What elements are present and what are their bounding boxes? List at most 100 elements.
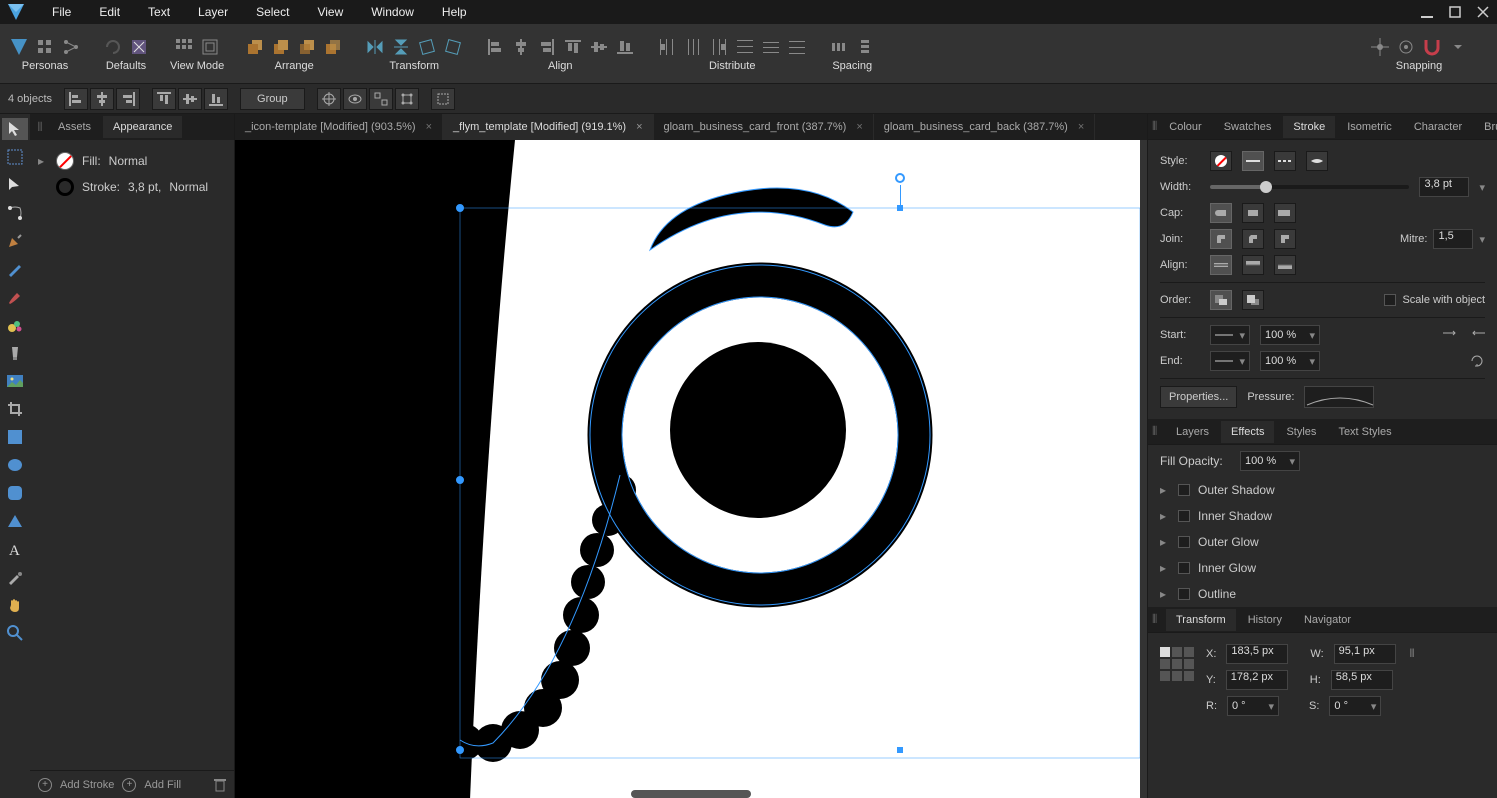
ctx-align-bottom-icon[interactable] <box>204 88 228 110</box>
order-front-button[interactable] <box>1242 290 1264 310</box>
ctx-align-top-icon[interactable] <box>152 88 176 110</box>
checkbox[interactable] <box>1178 562 1190 574</box>
handle-br[interactable] <box>897 747 903 753</box>
sync-arrows-button[interactable] <box>1469 353 1485 369</box>
align-center-h-icon[interactable] <box>510 36 532 58</box>
tab-colour[interactable]: Colour <box>1159 116 1211 138</box>
stroke-row[interactable]: Stroke: 3,8 pt, Normal <box>38 174 226 200</box>
checkbox[interactable] <box>1178 588 1190 600</box>
menu-edit[interactable]: Edit <box>85 1 134 23</box>
doc-tab-2[interactable]: gloam_business_card_front (387.7%)× <box>654 114 874 140</box>
cap-butt-button[interactable] <box>1242 203 1264 223</box>
ellipse-tool[interactable] <box>2 454 28 476</box>
tab-navigator[interactable]: Navigator <box>1294 609 1361 631</box>
place-image-tool[interactable] <box>2 370 28 392</box>
add-fill-button[interactable]: Add Fill <box>144 779 181 791</box>
lock-aspect-icon[interactable]: ⦀ <box>1410 648 1415 661</box>
space-v-icon[interactable] <box>854 36 876 58</box>
menu-select[interactable]: Select <box>242 1 303 23</box>
handle-ml[interactable] <box>456 476 464 484</box>
doc-tab-0[interactable]: _icon-template [Modified] (903.5%)× <box>235 114 443 140</box>
tab-stroke[interactable]: Stroke <box>1283 116 1335 138</box>
tab-effects[interactable]: Effects <box>1221 421 1274 443</box>
triangle-tool[interactable] <box>2 510 28 532</box>
start-arrow-dropdown[interactable]: ▾ <box>1210 325 1250 345</box>
move-forward-icon[interactable] <box>270 36 292 58</box>
dist-bottom-icon[interactable] <box>786 36 808 58</box>
tab-history[interactable]: History <box>1238 609 1292 631</box>
point-transform-icon[interactable] <box>1369 36 1391 58</box>
x-input[interactable]: 183,5 px <box>1226 644 1288 664</box>
group-button[interactable]: Group <box>240 88 305 110</box>
move-backward-icon[interactable] <box>296 36 318 58</box>
doc-tab-3[interactable]: gloam_business_card_back (387.7%)× <box>874 114 1096 140</box>
pen-tool[interactable] <box>2 230 28 252</box>
rotate-handle[interactable] <box>895 173 905 183</box>
ctx-show-center-icon[interactable] <box>317 88 341 110</box>
dist-right-icon[interactable] <box>708 36 730 58</box>
tab-text-styles[interactable]: Text Styles <box>1328 421 1401 443</box>
align-top-icon[interactable] <box>562 36 584 58</box>
cap-round-button[interactable] <box>1210 203 1232 223</box>
pixel-view-icon[interactable] <box>173 36 195 58</box>
revert-defaults-icon[interactable] <box>128 36 150 58</box>
pixel-persona-icon[interactable] <box>34 36 56 58</box>
add-stroke-plus-icon[interactable]: + <box>38 778 52 792</box>
add-fill-plus-icon[interactable]: + <box>122 778 136 792</box>
tab-swatches[interactable]: Swatches <box>1214 116 1282 138</box>
space-h-icon[interactable] <box>828 36 850 58</box>
pencil-tool[interactable] <box>2 258 28 280</box>
sync-defaults-icon[interactable] <box>102 36 124 58</box>
style-solid-button[interactable] <box>1242 151 1264 171</box>
brush-tool[interactable] <box>2 286 28 308</box>
tab-isometric[interactable]: Isometric <box>1337 116 1402 138</box>
anchor-grid[interactable] <box>1160 647 1194 681</box>
rotate-cw-icon[interactable] <box>442 36 464 58</box>
outline-view-icon[interactable] <box>199 36 221 58</box>
tab-assets[interactable]: Assets <box>48 116 101 138</box>
tab-character[interactable]: Character <box>1404 116 1472 138</box>
r-input[interactable]: 0 °▾ <box>1227 696 1279 716</box>
point-transform-tool[interactable] <box>2 202 28 224</box>
menu-text[interactable]: Text <box>134 1 184 23</box>
close-icon[interactable]: × <box>856 121 862 133</box>
tab-brushes[interactable]: Brushes <box>1474 116 1497 138</box>
fill-row[interactable]: ▸ Fill: Normal <box>38 148 226 174</box>
menu-layer[interactable]: Layer <box>184 1 242 23</box>
fill-swatch[interactable] <box>56 152 74 170</box>
close-button[interactable] <box>1469 0 1497 24</box>
flip-h-icon[interactable] <box>364 36 386 58</box>
handle-tl[interactable] <box>456 204 464 212</box>
dist-left-icon[interactable] <box>656 36 678 58</box>
align-outside-button[interactable] <box>1274 255 1296 275</box>
fill-opacity-dropdown[interactable]: 100 %▾ <box>1240 451 1300 471</box>
rotate-ccw-icon[interactable] <box>416 36 438 58</box>
color-picker-tool[interactable] <box>2 566 28 588</box>
checkbox[interactable] <box>1178 536 1190 548</box>
scrollbar-horizontal[interactable] <box>631 790 751 798</box>
hand-tool[interactable] <box>2 594 28 616</box>
tab-layers[interactable]: Layers <box>1166 421 1219 443</box>
menu-view[interactable]: View <box>303 1 357 23</box>
align-center-button[interactable] <box>1210 255 1232 275</box>
crop-tool[interactable] <box>2 398 28 420</box>
move-tool[interactable] <box>2 118 28 140</box>
effect-outline[interactable]: ▸Outline <box>1148 581 1497 607</box>
node-tool[interactable] <box>2 174 28 196</box>
dist-center-v-icon[interactable] <box>760 36 782 58</box>
doc-tab-1[interactable]: _flym_template [Modified] (919.1%)× <box>443 114 653 140</box>
scale-with-object-checkbox[interactable] <box>1384 294 1396 306</box>
align-bottom-icon[interactable] <box>614 36 636 58</box>
menu-window[interactable]: Window <box>357 1 428 23</box>
view-tool[interactable] <box>2 146 28 168</box>
h-input[interactable]: 58,5 px <box>1331 670 1393 690</box>
trash-icon[interactable] <box>214 778 226 792</box>
style-dash-button[interactable] <box>1274 151 1296 171</box>
canvas[interactable] <box>235 140 1147 798</box>
minimize-button[interactable] <box>1413 0 1441 24</box>
align-center-v-icon[interactable] <box>588 36 610 58</box>
checkbox[interactable] <box>1178 484 1190 496</box>
chevron-down-icon[interactable]: ▾ <box>1479 181 1485 194</box>
width-slider[interactable] <box>1210 185 1409 189</box>
flip-v-icon[interactable] <box>390 36 412 58</box>
